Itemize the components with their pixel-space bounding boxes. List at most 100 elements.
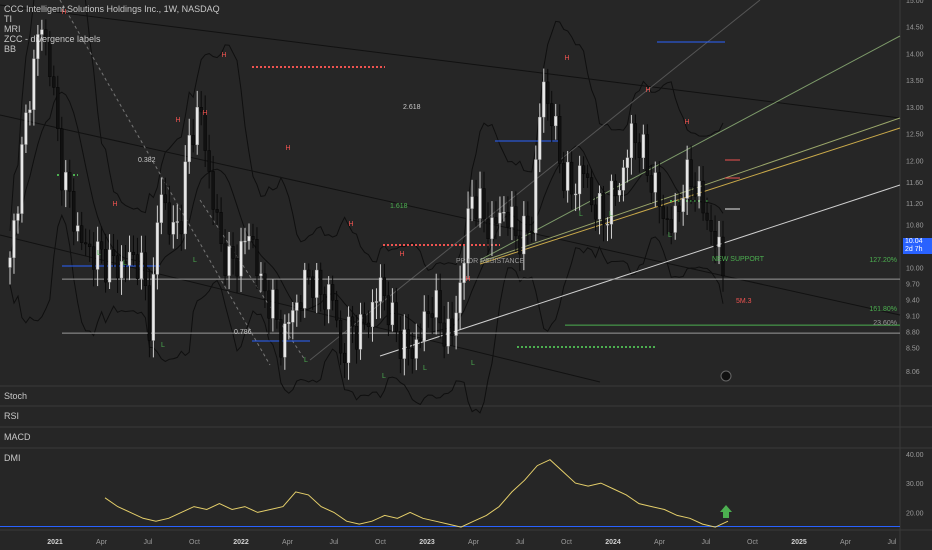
indicator-ti[interactable]: TI bbox=[4, 14, 220, 24]
candle-body bbox=[605, 223, 610, 226]
candle-body bbox=[574, 193, 578, 196]
candle-body bbox=[701, 180, 705, 214]
price-tick-label: 12.00 bbox=[906, 158, 924, 165]
fan-line-olive bbox=[479, 117, 901, 263]
candle-body bbox=[597, 193, 602, 220]
candle-body bbox=[681, 198, 685, 212]
time-tick-label: 2024 bbox=[605, 539, 621, 546]
time-tick-label: Apr bbox=[96, 539, 108, 546]
candle-body bbox=[331, 284, 335, 301]
candle-body bbox=[661, 206, 665, 219]
chart-title[interactable]: CCC Intelligent Solutions Holdings Inc.,… bbox=[4, 4, 220, 14]
time-tick-label: Apr bbox=[654, 539, 666, 546]
candle-body bbox=[378, 277, 383, 302]
candle-body bbox=[514, 206, 518, 237]
candle-body bbox=[518, 235, 522, 255]
time-tick-label: 2022 bbox=[233, 539, 249, 546]
price-tick-label: 9.10 bbox=[906, 313, 920, 320]
price-tick-label: 13.00 bbox=[906, 105, 924, 112]
candle-body bbox=[438, 290, 442, 324]
candle-body bbox=[251, 236, 255, 240]
candle-body bbox=[534, 159, 538, 234]
candle-body bbox=[175, 221, 179, 223]
price-tick-label: 14.00 bbox=[906, 51, 924, 58]
pane-label-rsi[interactable]: RSI bbox=[4, 411, 19, 421]
price-tick-label: 13.50 bbox=[906, 78, 924, 85]
candle-body bbox=[88, 243, 92, 247]
candle-body bbox=[223, 243, 227, 276]
candle-body bbox=[131, 251, 136, 255]
l-marker: L bbox=[161, 342, 165, 349]
h-marker: H bbox=[175, 117, 180, 124]
indicator-mri[interactable]: MRI bbox=[4, 24, 220, 34]
time-tick-label: Jul bbox=[330, 539, 339, 546]
time-tick-label: Jul bbox=[888, 539, 897, 546]
candle-body bbox=[558, 116, 562, 164]
pane-label-dmi[interactable]: DMI bbox=[4, 453, 21, 463]
candle-body bbox=[382, 277, 387, 296]
candle-body bbox=[494, 217, 498, 224]
h-marker: H bbox=[112, 201, 117, 208]
channel-mid-line bbox=[0, 114, 901, 316]
candle-body bbox=[490, 217, 494, 240]
candle-body bbox=[303, 269, 307, 309]
candle-body bbox=[195, 107, 199, 146]
candle-body bbox=[315, 269, 319, 298]
candle-body bbox=[366, 322, 371, 328]
candle-body bbox=[147, 285, 152, 341]
candle-body bbox=[80, 225, 84, 243]
l-marker: L bbox=[97, 250, 101, 257]
candle-body bbox=[358, 314, 363, 350]
candle-body bbox=[502, 211, 506, 214]
bb-lower bbox=[9, 213, 724, 414]
pane-label-stoch[interactable]: Stoch bbox=[4, 391, 27, 401]
indicator-bb[interactable]: BB bbox=[4, 44, 220, 54]
h-marker: H bbox=[202, 110, 207, 117]
pane-label-macd[interactable]: MACD bbox=[4, 432, 31, 442]
candle-body bbox=[486, 218, 490, 240]
candle-body bbox=[350, 316, 355, 327]
time-tick-label: Jul bbox=[144, 539, 153, 546]
time-tick-label: Jul bbox=[516, 539, 525, 546]
candle-body bbox=[68, 172, 72, 192]
candle-body bbox=[219, 212, 223, 245]
candle-body bbox=[56, 87, 60, 129]
candle-body bbox=[482, 188, 486, 220]
candle-body bbox=[143, 252, 148, 286]
candle-body bbox=[139, 252, 144, 279]
candle-body bbox=[239, 241, 243, 277]
l-marker: L bbox=[423, 365, 427, 372]
candle-body bbox=[299, 302, 303, 309]
candle-body bbox=[546, 81, 550, 104]
candle-body bbox=[466, 208, 470, 264]
candle-body bbox=[179, 221, 183, 235]
candle-body bbox=[319, 269, 323, 295]
dmi-tick-label: 30.00 bbox=[906, 481, 924, 488]
replay-icon bbox=[720, 370, 732, 382]
fib-0382-label: 0.382 bbox=[138, 157, 156, 164]
candle-body bbox=[307, 269, 311, 278]
l-marker: L bbox=[193, 257, 197, 264]
candle-body bbox=[526, 215, 530, 232]
candle-body bbox=[554, 116, 558, 127]
candle-body bbox=[111, 249, 116, 256]
candle-body bbox=[323, 294, 327, 310]
candle-body bbox=[115, 255, 120, 279]
candle-body bbox=[227, 246, 231, 276]
time-tick-label: 2025 bbox=[791, 539, 807, 546]
candle-body bbox=[645, 134, 649, 176]
candle-body bbox=[673, 205, 677, 233]
indicator-zcc[interactable]: ZCC - divergence labels bbox=[4, 34, 220, 44]
time-tick-label: Oct bbox=[561, 539, 572, 546]
candle-body bbox=[550, 103, 554, 127]
candle-body bbox=[335, 300, 339, 321]
candle-body bbox=[601, 193, 606, 225]
candle-body bbox=[422, 311, 426, 342]
candle-body bbox=[442, 322, 446, 347]
time-tick-label: Apr bbox=[840, 539, 852, 546]
l-marker: L bbox=[123, 260, 127, 267]
candle-body bbox=[458, 282, 462, 314]
chart-legend: CCC Intelligent Solutions Holdings Inc.,… bbox=[4, 4, 220, 54]
price-tick-label: 8.06 bbox=[906, 369, 920, 376]
prior-resistance-label: PRIOR RESISTANCE bbox=[456, 258, 525, 265]
